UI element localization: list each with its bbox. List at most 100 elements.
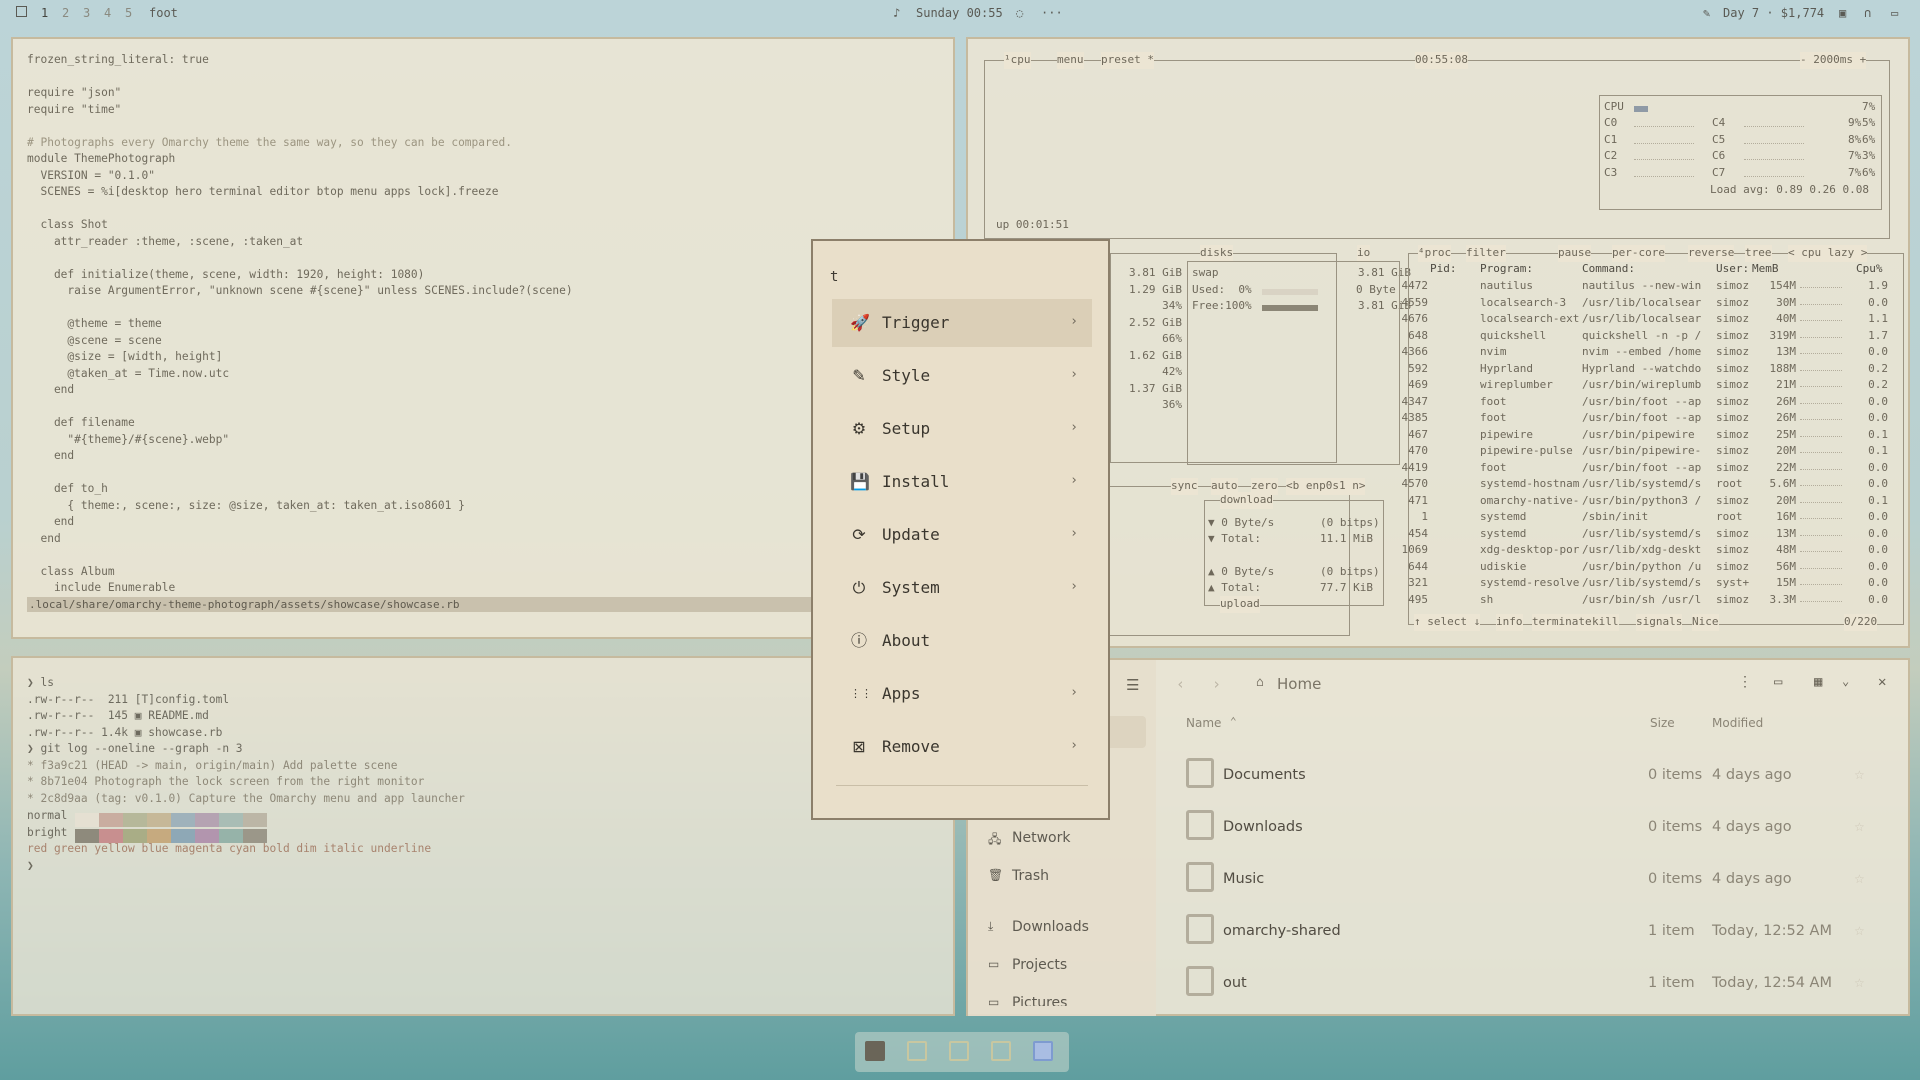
omarchy-menu: t 🚀 Trigger › ✎ Style › ⚙ Setup › 💾 Install › ⟳ Updat…: [811, 239, 1110, 820]
star-icon[interactable]: ☆: [1854, 924, 1865, 938]
proc-option[interactable]: filter: [1466, 245, 1506, 262]
star-icon[interactable]: ☆: [1854, 820, 1865, 834]
terminal-line: .rw-r--r-- 1.4k ▣ showcase.rb: [27, 725, 223, 739]
workspace-3[interactable]: 3: [83, 6, 90, 20]
network-icon: 🖧: [988, 832, 1002, 846]
file-row[interactable]: Music 0 items 4 days ago ☆: [1178, 854, 1888, 906]
proc-cell: /usr/bin/pipewire: [1582, 427, 1695, 441]
proc-graph: [1800, 303, 1842, 305]
location-label[interactable]: Home: [1277, 675, 1321, 693]
proc-option[interactable]: < cpu lazy >: [1788, 245, 1868, 262]
workspace-icon-3[interactable]: [991, 1041, 1011, 1061]
file-row[interactable]: omarchy-shared 1 item Today, 12:52 AM ☆: [1178, 906, 1888, 958]
menu-tab[interactable]: menu: [1057, 52, 1084, 69]
sidebar-item-label: Projects: [1012, 957, 1068, 973]
file-row[interactable]: Downloads 0 items 4 days ago ☆: [1178, 802, 1888, 854]
menu-item-install[interactable]: 💾 Install ›: [832, 458, 1092, 506]
workspace-icon-2[interactable]: [949, 1041, 969, 1061]
proc-cell: /usr/bin/pipewire-: [1582, 444, 1702, 457]
terminal-icon[interactable]: [865, 1041, 885, 1061]
proc-action[interactable]: kill: [1592, 614, 1619, 631]
update-interval[interactable]: - 2000ms +: [1800, 52, 1867, 69]
timer-icon[interactable]: ◌: [1016, 6, 1023, 20]
forward-button[interactable]: ›: [1212, 675, 1221, 693]
new-folder-icon[interactable]: ▭: [1774, 674, 1782, 690]
code-area[interactable]: frozen_string_literal: true require "json…: [27, 52, 573, 597]
file-row[interactable]: Documents 0 items 4 days ago ☆: [1178, 750, 1888, 802]
layout-icon[interactable]: [16, 6, 27, 17]
document-icon[interactable]: [1033, 1041, 1053, 1061]
proc-column[interactable]: Pid:: [1430, 261, 1457, 278]
prompt[interactable]: ❯: [27, 858, 34, 875]
proc-option[interactable]: tree: [1745, 245, 1772, 262]
menu-item-trigger[interactable]: 🚀 Trigger ›: [832, 299, 1092, 347]
menu-item-remove[interactable]: ⊠ Remove ›: [832, 723, 1092, 771]
proc-column[interactable]: Command:: [1582, 261, 1635, 278]
preset-tab[interactable]: preset *: [1101, 52, 1154, 69]
grid-view-icon[interactable]: ▦: [1814, 674, 1822, 690]
column-name[interactable]: Name: [1186, 716, 1221, 730]
cpu-tab[interactable]: ¹cpu: [1004, 52, 1031, 69]
proc-column[interactable]: MemB: [1752, 261, 1779, 278]
proc-cell: Hyprland --watchdo: [1582, 361, 1702, 375]
proc-graph: [1800, 386, 1842, 387]
star-icon[interactable]: ☆: [1854, 976, 1865, 990]
proc-option[interactable]: ⁴proc: [1418, 245, 1452, 262]
close-icon[interactable]: ✕: [1878, 674, 1886, 690]
proc-column[interactable]: Program:: [1480, 261, 1533, 278]
star-icon[interactable]: ☆: [1854, 872, 1865, 886]
proc-column[interactable]: User:: [1716, 261, 1749, 278]
menu-item-system[interactable]: ⏻ System ›: [832, 564, 1092, 612]
proc-action[interactable]: signals: [1636, 614, 1683, 631]
display-icon[interactable]: ▭: [1891, 6, 1898, 20]
headphones-icon[interactable]: ∩: [1864, 6, 1871, 20]
workspace-5[interactable]: 5: [125, 6, 132, 20]
proc-action[interactable]: info: [1496, 614, 1523, 631]
back-button[interactable]: ‹: [1176, 675, 1185, 693]
menu-item-about[interactable]: ⓘ About: [832, 617, 1092, 665]
clock[interactable]: Sunday 00:55: [916, 6, 1003, 20]
core-r: C6: [1712, 149, 1726, 162]
proc-graph: [1800, 452, 1842, 453]
proc-graph: [1800, 435, 1842, 437]
screen-icon[interactable]: ▣: [1839, 6, 1846, 20]
proc-action[interactable]: terminate: [1532, 614, 1592, 631]
column-modified[interactable]: Modified: [1712, 716, 1763, 730]
proc-column[interactable]: Cpu%: [1856, 261, 1883, 278]
core-r: C4: [1712, 116, 1726, 129]
code-line: # Photographs every Omarchy theme the sa…: [27, 135, 512, 149]
sidebar-item[interactable]: 🖧 Network: [988, 829, 1148, 851]
rocket-icon: 🚀: [850, 313, 870, 332]
menu-item-apps[interactable]: ⋮⋮ Apps ›: [832, 670, 1092, 718]
bell-icon[interactable]: ♪: [893, 6, 900, 20]
kebab-icon[interactable]: ⋮: [1738, 674, 1752, 690]
workspace-4[interactable]: 4: [104, 6, 111, 20]
proc-graph: [1800, 567, 1842, 569]
proc-option[interactable]: reverse: [1688, 245, 1735, 262]
proc-action[interactable]: Nice: [1692, 614, 1719, 631]
star-icon[interactable]: ☆: [1854, 768, 1865, 782]
proc-cell: /usr/lib/systemd/s: [1582, 477, 1702, 490]
more-menu[interactable]: ···: [1041, 6, 1063, 20]
sidebar-item[interactable]: 🗑 Trash: [988, 867, 1148, 889]
menu-item-style[interactable]: ✎ Style ›: [832, 352, 1092, 400]
file-row[interactable]: out 1 item Today, 12:54 AM ☆: [1178, 958, 1888, 1010]
workspace-2[interactable]: 2: [62, 6, 69, 20]
hamburger-icon[interactable]: ☰: [1126, 676, 1139, 694]
menu-search-query[interactable]: t: [830, 269, 838, 285]
proc-option[interactable]: pause: [1558, 245, 1592, 262]
menu-item-update[interactable]: ⟳ Update ›: [832, 511, 1092, 559]
column-size[interactable]: Size: [1650, 716, 1675, 730]
menu-item-setup[interactable]: ⚙ Setup ›: [832, 405, 1092, 453]
proc-cell: /usr/lib/systemd/s: [1582, 526, 1702, 540]
proc-action[interactable]: ↑ select ↓: [1414, 614, 1481, 631]
proc-option[interactable]: per-core: [1612, 245, 1665, 262]
workspace-icon-1[interactable]: [907, 1041, 927, 1061]
chevron-down-icon[interactable]: ⌄: [1842, 674, 1849, 688]
sidebar-item[interactable]: ▭ Projects: [988, 956, 1148, 978]
proc-cell: 0.0: [1868, 510, 1888, 523]
workspace-1[interactable]: 1: [41, 6, 48, 20]
sidebar-item[interactable]: ▭ Pictures: [988, 994, 1148, 1006]
sidebar-item[interactable]: ⤓ Downloads: [988, 918, 1148, 940]
code-line: @scene = scene: [27, 333, 162, 347]
